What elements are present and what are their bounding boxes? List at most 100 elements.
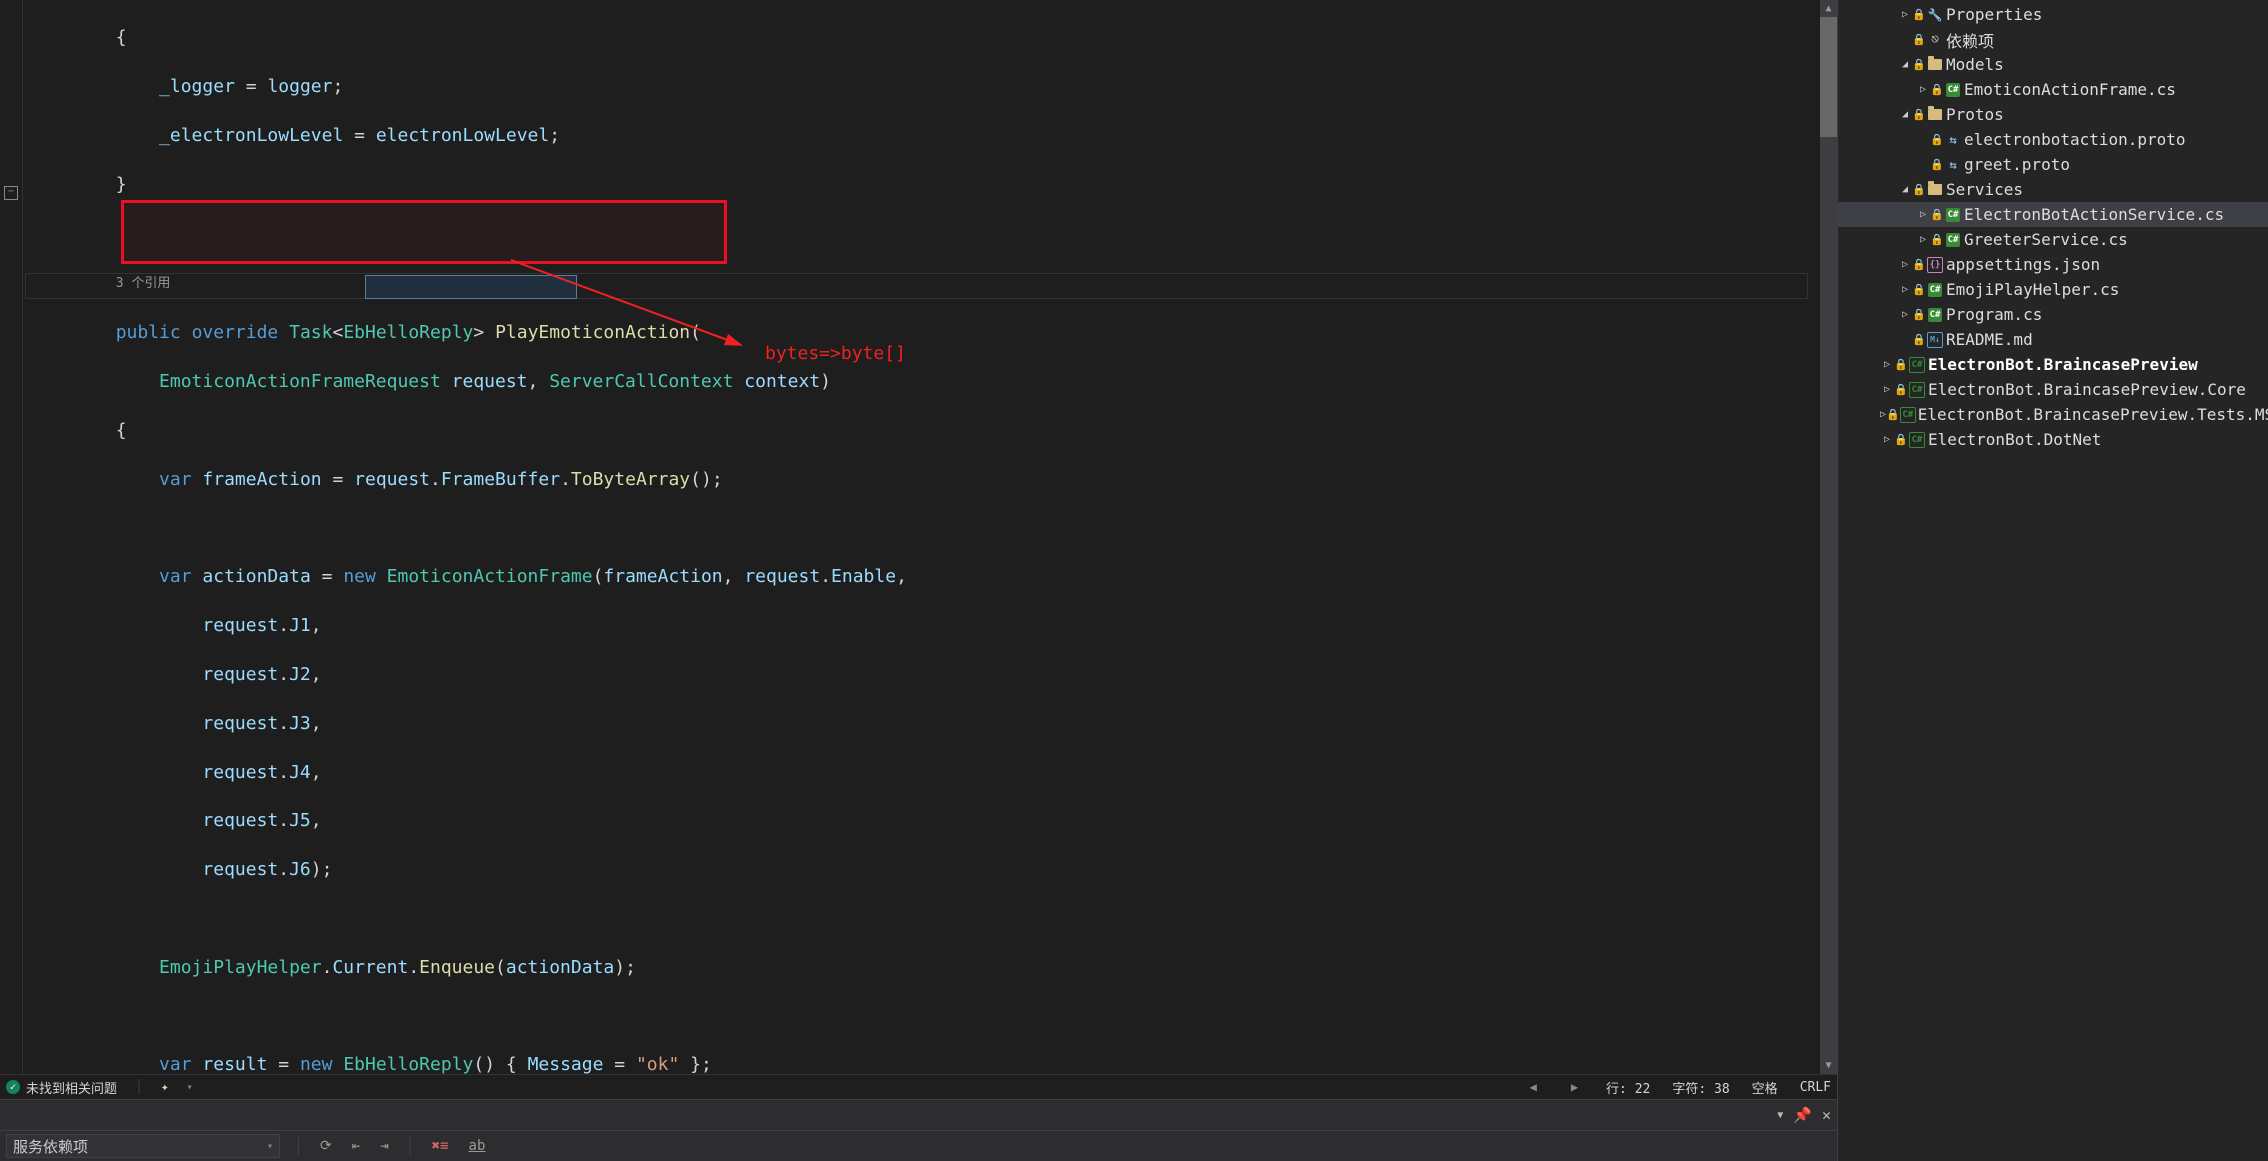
collapse-icon[interactable]: ⇤ <box>349 1138 363 1154</box>
panel-dropdown-icon[interactable]: ▼ <box>1777 1110 1783 1121</box>
middle-area: − { _logger = logger; _electronLowLevel … <box>0 0 2268 1161</box>
chevron-down-icon: ▾ <box>267 1141 273 1152</box>
tree-twisty-icon[interactable]: ▷ <box>1880 359 1894 370</box>
editor-vertical-scrollbar[interactable]: ▲ ▼ <box>1820 0 1837 1074</box>
tree-item-readme-md[interactable]: 🔒M↓README.md <box>1838 327 2268 352</box>
status-indent[interactable]: 空格 <box>1752 1078 1778 1097</box>
tree-twisty-icon[interactable]: ◢ <box>1898 184 1912 195</box>
scroll-down-arrow-icon[interactable]: ▼ <box>1820 1057 1837 1074</box>
tree-twisty-icon[interactable]: ▷ <box>1898 9 1912 20</box>
panel-close-icon[interactable]: ✕ <box>1822 1106 1831 1124</box>
tree-twisty-icon[interactable]: ▷ <box>1898 259 1912 270</box>
file-type-icon <box>1926 109 1944 120</box>
file-type-icon: C# <box>1908 357 1926 373</box>
lock-icon: 🔒 <box>1894 358 1908 371</box>
tree-twisty-icon[interactable]: ◢ <box>1898 59 1912 70</box>
lock-icon: 🔒 <box>1930 83 1944 96</box>
file-type-icon: C# <box>1900 407 1916 423</box>
lock-icon: 🔒 <box>1894 383 1908 396</box>
scroll-thumb[interactable] <box>1820 17 1837 137</box>
tree-item-emoticonactionframe-cs[interactable]: ▷🔒C#EmoticonActionFrame.cs <box>1838 77 2268 102</box>
tree-item-label: Protos <box>1944 105 2004 124</box>
status-col[interactable]: 字符: 38 <box>1672 1078 1729 1097</box>
solution-explorer[interactable]: ▷🔒🔧Properties🔒⎋依赖项◢🔒Models▷🔒C#EmoticonAc… <box>1838 0 2268 1161</box>
tree-twisty-icon[interactable]: ▷ <box>1916 84 1930 95</box>
tree-item-label: Properties <box>1944 5 2042 24</box>
expand-icon[interactable]: ⇥ <box>377 1138 391 1154</box>
status-line[interactable]: 行: 22 <box>1606 1078 1650 1097</box>
code-editor[interactable]: { _logger = logger; _electronLowLevel = … <box>23 0 1820 1074</box>
tree-item-electronbotaction-proto[interactable]: 🔒⇆electronbotaction.proto <box>1838 127 2268 152</box>
status-no-issues[interactable]: ✓ 未找到相关问题 <box>6 1078 117 1097</box>
tree-twisty-icon[interactable]: ◢ <box>1898 109 1912 120</box>
editor-gutter[interactable]: − <box>0 0 23 1074</box>
tree-item-label: ElectronBot.BraincasePreview.Core <box>1926 380 2246 399</box>
file-type-icon: ⇆ <box>1944 158 1962 172</box>
tree-item-services[interactable]: ◢🔒Services <box>1838 177 2268 202</box>
tree-item-protos[interactable]: ◢🔒Protos <box>1838 102 2268 127</box>
file-type-icon: {} <box>1926 257 1944 273</box>
file-type-icon: C# <box>1926 308 1944 322</box>
tree-item-electronbot-braincasepreview-tests-mstest[interactable]: ▷🔒C#ElectronBot.BraincasePreview.Tests.M… <box>1838 402 2268 427</box>
nav-prev-icon[interactable]: ◀ <box>1524 1080 1543 1094</box>
filter-icon[interactable]: ab <box>466 1138 489 1154</box>
tree-item-label: electronbotaction.proto <box>1962 130 2186 149</box>
tree-item-label: ElectronBot.BraincasePreview <box>1926 355 2198 374</box>
panel-pin-icon[interactable]: 📌 <box>1793 1106 1812 1124</box>
service-deps-combo[interactable]: 服务依赖项 ▾ <box>6 1134 280 1158</box>
tree-item--[interactable]: 🔒⎋依赖项 <box>1838 27 2268 52</box>
codelens-refs[interactable]: 3 个引用 <box>116 276 171 291</box>
clear-icon[interactable]: ✖≡ <box>429 1138 452 1154</box>
tree-twisty-icon[interactable]: ▷ <box>1880 384 1894 395</box>
file-type-icon: M↓ <box>1926 332 1944 348</box>
lock-icon: 🔒 <box>1912 8 1926 21</box>
tree-item-program-cs[interactable]: ▷🔒C#Program.cs <box>1838 302 2268 327</box>
nav-next-icon[interactable]: ▶ <box>1565 1080 1584 1094</box>
status-no-issues-label: 未找到相关问题 <box>26 1078 117 1097</box>
annotation-text: bytes=>byte[] <box>765 342 906 366</box>
tree-item-electronbot-braincasepreview-core[interactable]: ▷🔒C#ElectronBot.BraincasePreview.Core <box>1838 377 2268 402</box>
file-type-icon: C# <box>1944 83 1962 97</box>
status-eol[interactable]: CRLF <box>1800 1080 1831 1095</box>
tree-item-electronbot-dotnet[interactable]: ▷🔒C#ElectronBot.DotNet <box>1838 427 2268 452</box>
lock-icon: 🔒 <box>1886 408 1900 421</box>
fold-toggle-method[interactable]: − <box>4 186 18 200</box>
service-deps-combo-label: 服务依赖项 <box>13 1136 88 1157</box>
tree-item-greeterservice-cs[interactable]: ▷🔒C#GreeterService.cs <box>1838 227 2268 252</box>
lock-icon: 🔒 <box>1930 133 1944 146</box>
tree-item-label: appsettings.json <box>1944 255 2100 274</box>
tree-twisty-icon[interactable]: ▷ <box>1898 309 1912 320</box>
lock-icon: 🔒 <box>1912 308 1926 321</box>
tree-item-properties[interactable]: ▷🔒🔧Properties <box>1838 2 2268 27</box>
tree-item-emojiplayhelper-cs[interactable]: ▷🔒C#EmojiPlayHelper.cs <box>1838 277 2268 302</box>
scroll-up-arrow-icon[interactable]: ▲ <box>1820 0 1837 17</box>
tree-item-greet-proto[interactable]: 🔒⇆greet.proto <box>1838 152 2268 177</box>
tree-item-label: EmojiPlayHelper.cs <box>1944 280 2119 299</box>
tree-item-label: GreeterService.cs <box>1962 230 2128 249</box>
tree-item-models[interactable]: ◢🔒Models <box>1838 52 2268 77</box>
file-type-icon: 🔧 <box>1926 8 1944 22</box>
tree-item-appsettings-json[interactable]: ▷🔒{}appsettings.json <box>1838 252 2268 277</box>
tree-item-label: 依赖项 <box>1944 28 1994 52</box>
tree-twisty-icon[interactable]: ▷ <box>1898 284 1912 295</box>
file-type-icon: ⇆ <box>1944 133 1962 147</box>
annotation-arrow-icon <box>501 250 771 370</box>
code-area: − { _logger = logger; _electronLowLevel … <box>0 0 1837 1074</box>
lightbulb-icon[interactable]: ✦ <box>161 1080 169 1095</box>
lock-icon: 🔒 <box>1912 33 1926 46</box>
bottom-panel-toolbar: ▼ 📌 ✕ <box>0 1099 1837 1130</box>
tree-item-label: README.md <box>1944 330 2033 349</box>
file-type-icon: C# <box>1908 382 1926 398</box>
tree-twisty-icon[interactable]: ▷ <box>1916 234 1930 245</box>
tree-item-electronbotactionservice-cs[interactable]: ▷🔒C#ElectronBotActionService.cs <box>1838 202 2268 227</box>
refresh-icon[interactable]: ⟳ <box>317 1138 335 1154</box>
tree-twisty-icon[interactable]: ▷ <box>1880 434 1894 445</box>
lock-icon: 🔒 <box>1912 283 1926 296</box>
file-type-icon: ⎋ <box>1926 32 1944 47</box>
file-type-icon: C# <box>1908 432 1926 448</box>
tree-item-electronbot-braincasepreview[interactable]: ▷🔒C#ElectronBot.BraincasePreview <box>1838 352 2268 377</box>
tree-item-label: greet.proto <box>1962 155 2070 174</box>
tree-item-label: Models <box>1944 55 2004 74</box>
file-type-icon <box>1926 184 1944 195</box>
tree-twisty-icon[interactable]: ▷ <box>1916 209 1930 220</box>
